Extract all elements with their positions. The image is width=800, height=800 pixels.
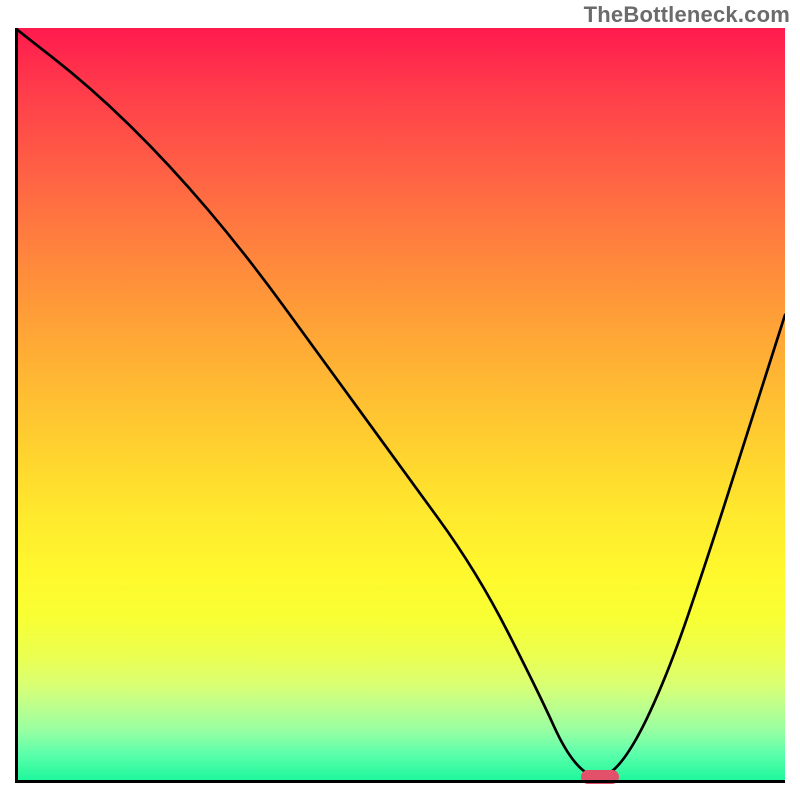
minimum-marker <box>581 770 619 784</box>
curve-path <box>15 28 785 777</box>
bottleneck-curve <box>15 28 785 783</box>
chart-stage: TheBottleneck.com <box>0 0 800 800</box>
watermark-text: TheBottleneck.com <box>584 2 790 28</box>
plot-area <box>15 28 785 783</box>
